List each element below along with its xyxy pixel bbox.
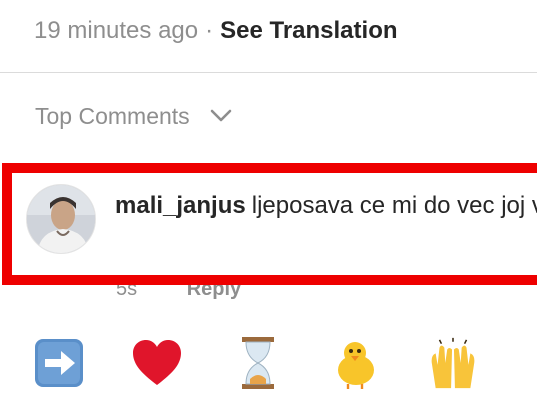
raising-hands-icon[interactable] xyxy=(426,336,480,390)
see-translation-link[interactable]: See Translation xyxy=(220,17,397,45)
top-comments-label: Top Comments xyxy=(35,102,190,129)
right-arrow-icon[interactable] xyxy=(32,336,86,390)
meta-separator: · xyxy=(205,17,214,44)
post-time-ago: 19 minutes ago xyxy=(34,17,199,44)
red-heart-icon[interactable] xyxy=(130,336,184,390)
comment-body: mali_janjusljeposava ce mi do vec joj vi… xyxy=(115,188,537,224)
avatar[interactable] xyxy=(26,184,96,254)
comment-username[interactable]: mali_janjus xyxy=(115,192,246,219)
section-divider xyxy=(0,72,537,73)
top-comments-dropdown[interactable]: Top Comments xyxy=(35,100,232,132)
hourglass-icon[interactable] xyxy=(231,336,285,390)
baby-chick-icon[interactable] xyxy=(328,336,382,390)
chevron-down-icon xyxy=(210,109,232,123)
comment-text: ljeposava ce mi do vec joj vidim u ocima xyxy=(251,192,537,219)
post-meta-row: 19 minutes ago · See Translation xyxy=(34,14,398,48)
quick-emoji-bar xyxy=(0,332,537,392)
